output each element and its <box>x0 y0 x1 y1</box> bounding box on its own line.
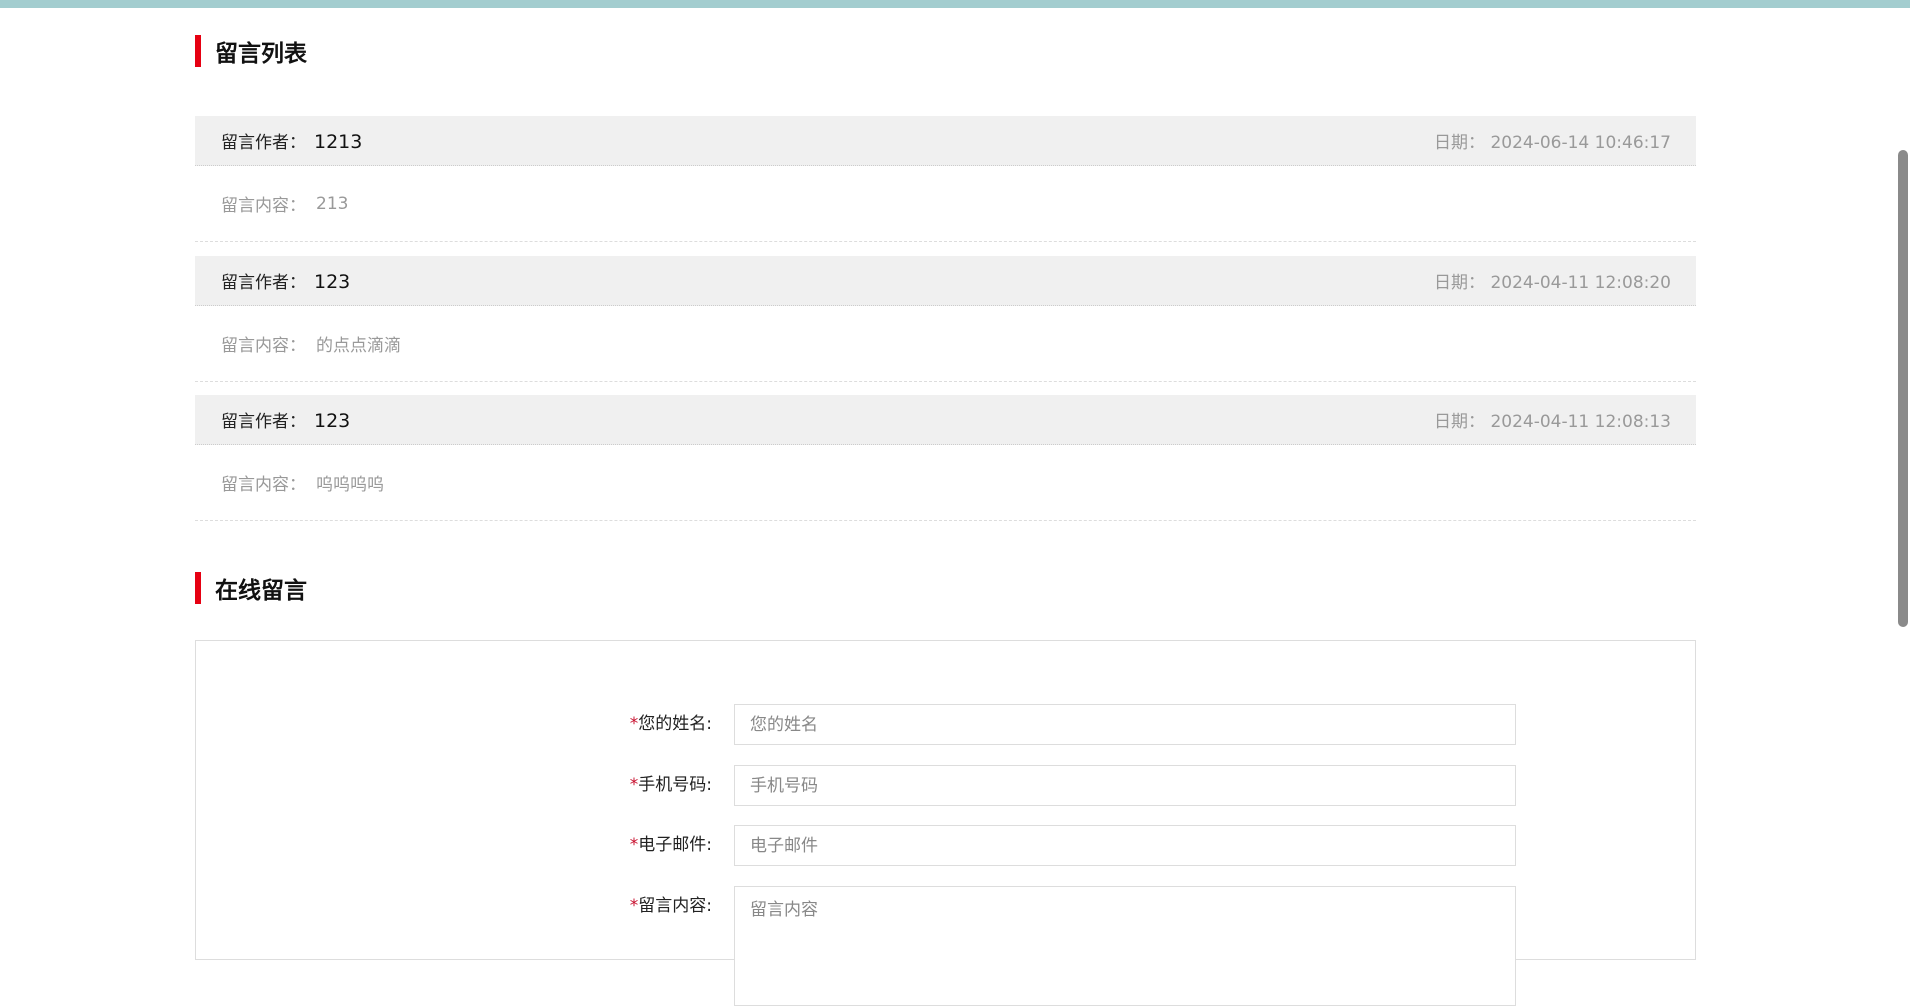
top-accent-bar <box>0 0 1910 8</box>
phone-label: *手机号码: <box>196 765 712 806</box>
required-mark: * <box>629 896 639 916</box>
name-label: *您的姓名: <box>196 704 712 745</box>
message-header: 留言作者： 123 日期： 2024-04-11 12:08:13 <box>195 395 1696 445</box>
date-value: 2024-04-11 12:08:20 <box>1490 273 1671 293</box>
message-body: 留言内容： 213 <box>195 166 1696 242</box>
email-label: *电子邮件: <box>196 825 712 866</box>
message-form: *您的姓名: *手机号码: *电子邮件: *留言内容: <box>195 640 1696 1006</box>
vertical-scrollbar[interactable] <box>1896 8 1910 940</box>
message-body: 留言内容： 的点点滴滴 <box>195 306 1696 382</box>
date-label: 日期： <box>1434 133 1486 153</box>
content-value: 呜呜呜呜 <box>316 475 384 495</box>
author-label: 留言作者： <box>221 273 306 293</box>
label-text: 电子邮件: <box>638 835 712 855</box>
content-label: 留言内容： <box>221 336 306 356</box>
heading-marker <box>195 35 201 67</box>
email-row: *电子邮件: <box>196 825 1695 866</box>
message-list-heading: 留言列表 <box>195 35 307 67</box>
required-mark: * <box>629 714 639 734</box>
content-textarea[interactable] <box>734 886 1516 1006</box>
content-label: *留言内容: <box>196 886 712 927</box>
author-name: 123 <box>314 410 351 432</box>
label-text: 留言内容: <box>638 896 712 916</box>
name-input[interactable] <box>734 704 1516 745</box>
message-item: 留言作者： 1213 日期： 2024-06-14 10:46:17 留言内容： 2… <box>195 116 1696 242</box>
content-label: 留言内容： <box>221 475 306 495</box>
message-item: 留言作者： 123 日期： 2024-04-11 12:08:13 留言内容： 呜呜… <box>195 395 1696 521</box>
author-label: 留言作者： <box>221 133 306 153</box>
content-label: 留言内容： <box>221 196 306 216</box>
date-label: 日期： <box>1434 412 1486 432</box>
required-mark: * <box>629 835 639 855</box>
required-mark: * <box>629 775 639 795</box>
content-value: 213 <box>316 193 349 214</box>
date-value: 2024-06-14 10:46:17 <box>1490 133 1671 153</box>
name-row: *您的姓名: <box>196 704 1695 745</box>
heading-text: 留言列表 <box>215 41 307 67</box>
heading-marker <box>195 572 201 604</box>
scrollbar-thumb[interactable] <box>1898 150 1908 627</box>
label-text: 手机号码: <box>638 775 712 795</box>
phone-row: *手机号码: <box>196 765 1695 806</box>
author-name: 123 <box>314 271 351 293</box>
message-body: 留言内容： 呜呜呜呜 <box>195 445 1696 521</box>
phone-input[interactable] <box>734 765 1516 806</box>
online-message-heading: 在线留言 <box>195 572 307 604</box>
author-name: 1213 <box>314 131 363 153</box>
label-text: 您的姓名: <box>638 714 712 734</box>
author-label: 留言作者： <box>221 412 306 432</box>
date-value: 2024-04-11 12:08:13 <box>1490 412 1671 432</box>
content-value: 的点点滴滴 <box>316 336 401 356</box>
message-header: 留言作者： 1213 日期： 2024-06-14 10:46:17 <box>195 116 1696 166</box>
email-input[interactable] <box>734 825 1516 866</box>
heading-text: 在线留言 <box>215 578 307 604</box>
content-row: *留言内容: <box>196 886 1695 1006</box>
message-header: 留言作者： 123 日期： 2024-04-11 12:08:20 <box>195 256 1696 306</box>
message-item: 留言作者： 123 日期： 2024-04-11 12:08:20 留言内容： 的点… <box>195 256 1696 382</box>
date-label: 日期： <box>1434 273 1486 293</box>
